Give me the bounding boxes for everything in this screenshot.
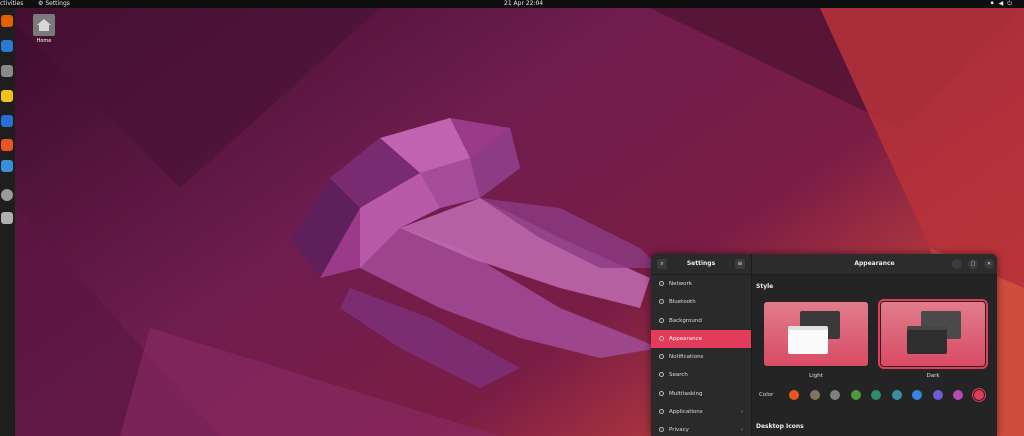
privacy-icon xyxy=(659,427,664,433)
hamburger-icon: ≡ xyxy=(737,260,743,267)
menu-button[interactable]: ≡ xyxy=(735,259,745,269)
bell-icon xyxy=(659,354,664,360)
app-center-icon[interactable] xyxy=(1,139,13,151)
firefox-icon[interactable] xyxy=(1,15,13,27)
settings-window: ⌕ Settings ≡ Network Bluetooth Background A… xyxy=(651,254,997,436)
content-header: Appearance □ ✕ xyxy=(752,254,997,275)
gear-icon: ⚙ xyxy=(38,0,44,7)
appearance-icon xyxy=(659,335,664,341)
sidebar-item-label: Network xyxy=(669,281,692,287)
color-swatch[interactable] xyxy=(912,390,922,400)
home-folder-icon[interactable] xyxy=(33,14,55,36)
sidebar-item-label: Background xyxy=(669,317,702,324)
network-icon xyxy=(659,281,664,286)
sidebar-item-label: Notifications xyxy=(669,354,704,361)
sidebar-item-search[interactable]: Search xyxy=(651,366,751,384)
appearance-panel: Appearance □ ✕ Style Light Dark Color De… xyxy=(752,254,997,436)
sidebar-item-applications[interactable]: Applications › xyxy=(651,403,751,421)
style-label-light: Light xyxy=(809,373,823,379)
color-label: Color xyxy=(759,392,774,398)
writer-icon[interactable] xyxy=(1,115,13,127)
grid-icon xyxy=(659,409,664,415)
sidebar-item-multitasking[interactable]: Multitasking xyxy=(651,385,751,403)
trash-icon[interactable] xyxy=(1,212,13,224)
settings-icon[interactable] xyxy=(1,189,13,201)
chevron-right-icon: › xyxy=(740,409,743,416)
sidebar-item-appearance[interactable]: Appearance xyxy=(651,329,751,349)
background-icon xyxy=(659,317,664,323)
thunderbird-icon[interactable] xyxy=(1,40,13,52)
color-swatch[interactable] xyxy=(809,390,820,400)
home-folder-label: Home xyxy=(36,38,52,44)
color-swatch[interactable] xyxy=(789,390,799,400)
style-option-light[interactable] xyxy=(764,302,868,366)
sidebar-item-notifications[interactable]: Notifications xyxy=(651,348,751,366)
app-menu-label: Settings xyxy=(45,0,70,7)
search-icon xyxy=(659,372,664,378)
maximize-icon: □ xyxy=(970,261,976,267)
maximize-button[interactable]: □ xyxy=(968,259,978,269)
color-swatch[interactable] xyxy=(871,390,881,400)
style-section-title: Style xyxy=(756,283,774,290)
color-swatch[interactable] xyxy=(973,390,984,400)
desktop-icons-section-title: Desktop Icons xyxy=(756,423,804,430)
files-icon[interactable] xyxy=(1,65,13,77)
sidebar-item-label: Privacy xyxy=(669,427,689,434)
close-icon: ✕ xyxy=(986,261,992,267)
dark-preview-front-window xyxy=(907,326,947,354)
sidebar-header: ⌕ Settings ≡ xyxy=(651,254,751,275)
clock[interactable]: 21 Apr 22:04 xyxy=(504,0,543,8)
rhythmbox-icon[interactable] xyxy=(1,90,13,102)
sidebar-item-label: Applications xyxy=(669,409,703,416)
volume-icon: ◀ xyxy=(998,0,1008,7)
top-bar: Activities ⚙ Settings 21 Apr 22:04 ⚫◀⏻ xyxy=(0,0,1024,8)
settings-sidebar: ⌕ Settings ≡ Network Bluetooth Background A… xyxy=(651,254,752,436)
sidebar-item-privacy[interactable]: Privacy › xyxy=(651,421,751,436)
app-menu-settings[interactable]: ⚙ Settings xyxy=(38,0,70,8)
minimize-button[interactable] xyxy=(952,259,962,269)
network-icon: ⚫ xyxy=(989,0,999,7)
sidebar-item-background[interactable]: Background xyxy=(651,312,751,330)
style-label-dark: Dark xyxy=(926,373,940,379)
activities-button[interactable]: Activities xyxy=(0,0,23,8)
system-tray[interactable]: ⚫◀⏻ xyxy=(990,0,1016,8)
power-icon: ⏻ xyxy=(1007,0,1016,7)
color-swatch[interactable] xyxy=(891,390,902,400)
close-button[interactable]: ✕ xyxy=(984,259,994,269)
sidebar-item-network[interactable]: Network xyxy=(651,275,751,293)
light-preview-front-window xyxy=(788,326,828,354)
sidebar-item-label: Appearance xyxy=(669,335,703,342)
style-option-dark[interactable] xyxy=(878,299,988,369)
chevron-right-icon: › xyxy=(740,427,743,434)
sidebar-item-label: Search xyxy=(669,372,688,379)
color-swatch[interactable] xyxy=(932,390,943,400)
sidebar-nav: Network Bluetooth Background Appearance Noti… xyxy=(651,275,751,436)
sidebar-item-label: Multitasking xyxy=(669,390,703,397)
dock xyxy=(0,8,15,436)
help-icon[interactable] xyxy=(1,160,13,172)
color-swatch[interactable] xyxy=(850,390,861,400)
multitasking-icon xyxy=(659,390,664,396)
sidebar-item-bluetooth[interactable]: Bluetooth xyxy=(651,293,751,311)
color-swatch[interactable] xyxy=(953,390,963,400)
sidebar-item-label: Bluetooth xyxy=(669,299,696,306)
color-swatch[interactable] xyxy=(830,390,840,400)
bluetooth-icon xyxy=(659,299,664,305)
